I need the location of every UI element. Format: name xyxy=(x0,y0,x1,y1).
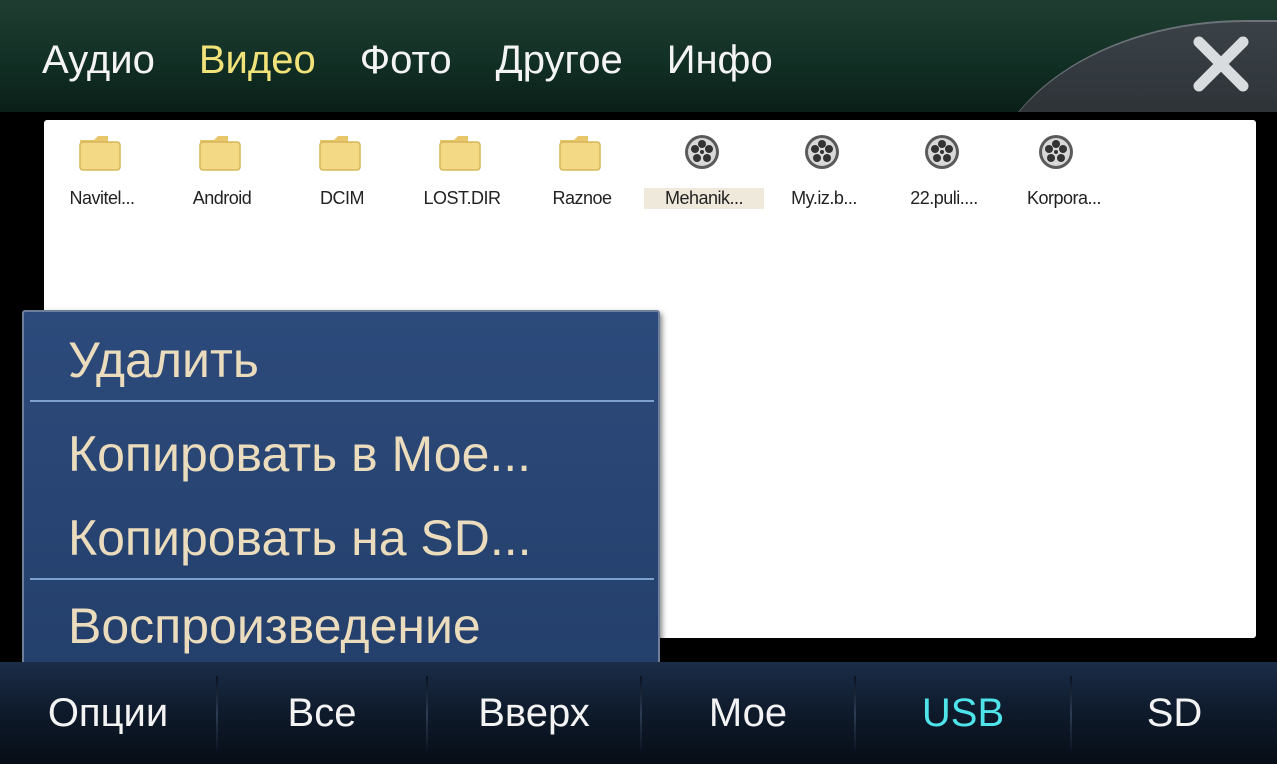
file-name: My.iz.b... xyxy=(791,188,857,208)
options-button[interactable]: Опции xyxy=(0,662,216,764)
menu-separator xyxy=(30,578,654,580)
file-name: 22.puli.... xyxy=(910,188,978,208)
tab-info[interactable]: Инфо xyxy=(667,34,773,86)
mine-button[interactable]: Мое xyxy=(642,662,854,764)
file-name: DCIM xyxy=(320,188,365,208)
film-reel-icon xyxy=(685,135,719,169)
file-item[interactable]: Mehanik... xyxy=(644,128,764,228)
menu-item-delete[interactable]: Удалить xyxy=(68,330,259,390)
sd-button[interactable]: SD xyxy=(1072,662,1277,764)
tab-audio[interactable]: Аудио xyxy=(42,34,155,86)
folder-icon xyxy=(559,136,601,171)
file-name: Korpora... xyxy=(1026,188,1102,208)
file-item[interactable]: Android xyxy=(162,128,282,228)
media-tabs: Аудио Видео Фото Другое Инфо xyxy=(42,34,817,86)
menu-item-copy-to-mine[interactable]: Копировать в Мое... xyxy=(68,424,531,484)
file-item[interactable]: LOST.DIR xyxy=(402,128,522,228)
tab-photo[interactable]: Фото xyxy=(360,34,452,86)
top-tab-bar: Аудио Видео Фото Другое Инфо xyxy=(0,0,1277,112)
menu-separator xyxy=(30,400,654,402)
file-item[interactable]: Navitel... xyxy=(42,128,162,228)
file-item[interactable]: My.iz.b... xyxy=(764,128,884,228)
film-reel-icon xyxy=(1039,135,1073,169)
folder-icon xyxy=(439,136,481,171)
file-name: Navitel... xyxy=(69,188,135,208)
menu-item-play[interactable]: Воспроизведение xyxy=(68,596,481,656)
file-item[interactable]: DCIM xyxy=(282,128,402,228)
bottom-bar: Опции Все Вверх Мое USB SD xyxy=(0,662,1277,764)
file-item[interactable]: 22.puli.... xyxy=(884,128,1004,228)
all-button[interactable]: Все xyxy=(218,662,426,764)
file-name: LOST.DIR xyxy=(423,188,501,208)
menu-item-copy-to-sd[interactable]: Копировать на SD... xyxy=(68,508,532,568)
tab-video[interactable]: Видео xyxy=(199,34,316,86)
file-item[interactable]: Raznoe xyxy=(522,128,642,228)
folder-icon xyxy=(199,136,241,171)
context-menu: Удалить Копировать в Мое... Копировать н… xyxy=(22,310,660,672)
file-name: Mehanik... xyxy=(644,188,764,209)
folder-icon xyxy=(319,136,361,171)
file-name: Raznoe xyxy=(552,188,612,208)
film-reel-icon xyxy=(805,135,839,169)
film-reel-icon xyxy=(925,135,959,169)
file-list: Navitel... Android DCIM LOST.DIR Raznoe … xyxy=(44,128,1256,238)
close-icon[interactable] xyxy=(1193,36,1249,92)
up-button[interactable]: Вверх xyxy=(428,662,640,764)
file-name: Android xyxy=(192,188,252,208)
tab-other[interactable]: Другое xyxy=(496,34,623,86)
folder-icon xyxy=(79,136,121,171)
file-item[interactable]: Korpora... xyxy=(1004,128,1124,228)
usb-button[interactable]: USB xyxy=(856,662,1070,764)
